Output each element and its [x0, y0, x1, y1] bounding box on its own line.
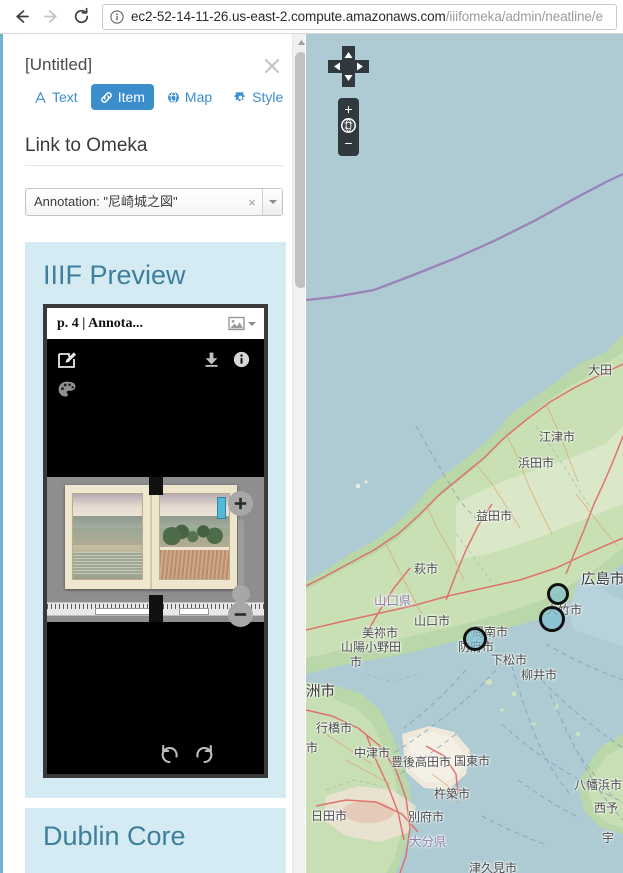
map-zoom-out-button[interactable]: −	[338, 134, 359, 151]
dublin-core-section: Dublin Core	[25, 808, 286, 873]
dublin-core-heading: Dublin Core	[43, 821, 186, 851]
caret-up-icon	[297, 39, 305, 45]
ruler-label-left	[95, 608, 157, 615]
image-tab-top	[149, 477, 163, 495]
globe-icon	[167, 91, 180, 104]
zoom-out-button[interactable]	[228, 602, 253, 627]
book-page-right	[152, 485, 237, 589]
forward-button[interactable]	[36, 2, 66, 32]
site-info-icon[interactable]	[110, 9, 124, 24]
map-zoom-in-button[interactable]: +	[338, 100, 359, 117]
annotation-edit-button[interactable]	[57, 350, 78, 376]
tab-map[interactable]: Map	[158, 84, 221, 110]
close-icon	[264, 58, 280, 74]
zoom-out-icon	[234, 613, 247, 616]
chevron-down-icon	[268, 200, 277, 204]
reload-icon	[74, 7, 88, 24]
arrow-left-icon	[15, 10, 29, 23]
tab-text[interactable]: Text	[25, 84, 87, 110]
zoom-in-button[interactable]	[228, 491, 253, 516]
image-tab-bottom	[149, 595, 163, 622]
editor-scrollbar[interactable]	[292, 34, 305, 873]
woodblock-art-right	[159, 493, 230, 580]
rotate-right-icon	[196, 744, 213, 764]
mirador-viewer[interactable]: p. 4 | Annota...	[43, 304, 268, 778]
mirador-window-titlebar: p. 4 | Annota...	[47, 308, 264, 339]
book-image	[65, 485, 237, 589]
url-host: ec2-52-14-11-26.us-east-2.compute.amazon…	[131, 8, 446, 24]
iiif-preview-section: IIIF Preview p. 4 | Annota...	[25, 242, 286, 798]
mirador-right-tools	[203, 351, 250, 373]
url-path: /iiifomeka/admin/neatline/e	[445, 8, 603, 24]
map-zoom-control: + −	[338, 98, 359, 156]
record-editor-content: [Untitled] Text Item Map Style Link to O…	[3, 34, 305, 873]
neatline-map[interactable]: 大田江津市浜田市益田市萩市山口県山口市美祢市広島市大竹市周南市山陽小野田市防府市…	[306, 34, 623, 873]
link-icon	[100, 91, 113, 104]
annotation-marker-hofu[interactable]	[463, 627, 487, 651]
close-editor-button[interactable]	[261, 55, 283, 77]
address-bar[interactable]: ec2-52-14-11-26.us-east-2.compute.amazon…	[102, 3, 617, 30]
rotate-right-button[interactable]	[193, 743, 215, 770]
workspace: [Untitled] Text Item Map Style Link to O…	[0, 34, 623, 873]
download-icon	[205, 352, 218, 367]
back-button[interactable]	[6, 2, 36, 32]
palette-button[interactable]	[57, 380, 77, 405]
item-select-dropdown-button[interactable]	[262, 189, 282, 215]
tab-item[interactable]: Item	[90, 84, 154, 110]
gear-icon	[234, 91, 247, 104]
chevron-down-icon	[248, 321, 256, 326]
globe-icon	[342, 119, 355, 132]
item-select-clear-button[interactable]: ×	[242, 195, 262, 210]
download-button[interactable]	[203, 351, 220, 373]
text-a-icon	[34, 91, 47, 104]
palette-icon	[58, 381, 76, 397]
info-icon	[233, 351, 250, 368]
mirador-canvas-area[interactable]	[47, 339, 264, 774]
rotate-left-button[interactable]	[159, 743, 181, 770]
title-cartouche	[217, 497, 226, 519]
record-header: [Untitled]	[25, 34, 283, 82]
book-page-left	[65, 485, 150, 589]
zoom-control	[228, 491, 256, 627]
scrollbar-thumb[interactable]	[295, 52, 305, 288]
zoom-in-icon	[234, 497, 247, 510]
pan-cross-icon	[328, 46, 369, 87]
tab-text-label: Text	[52, 89, 78, 105]
tab-style[interactable]: Style	[225, 84, 292, 110]
info-button[interactable]	[233, 351, 250, 373]
annotation-edit-icon	[58, 352, 76, 368]
item-select[interactable]: Annotation: "尼崎城之図" ×	[25, 188, 283, 216]
record-editor-panel: [Untitled] Text Item Map Style Link to O…	[0, 34, 305, 873]
tab-item-label: Item	[117, 89, 145, 105]
tab-style-label: Style	[252, 89, 284, 105]
editor-tabs: Text Item Map Style	[25, 84, 283, 110]
record-title: [Untitled]	[25, 55, 93, 74]
annotation-marker-iwakuni[interactable]	[539, 606, 565, 632]
map-pan-control[interactable]	[328, 46, 369, 87]
tab-map-label: Map	[184, 89, 213, 105]
browser-toolbar: ec2-52-14-11-26.us-east-2.compute.amazon…	[0, 0, 623, 33]
link-to-omeka-label: Link to Omeka	[25, 134, 283, 166]
item-select-value: Annotation: "尼崎城之図"	[34, 194, 178, 209]
arrow-right-icon	[43, 10, 57, 23]
rotate-left-icon	[161, 744, 178, 764]
map-tiles	[306, 34, 623, 873]
zoom-slider-thumb[interactable]	[232, 585, 250, 603]
mirador-window-title: p. 4 | Annota...	[57, 315, 143, 331]
image-view-icon	[228, 316, 245, 331]
woodblock-art-left	[72, 493, 143, 580]
scrollbar-up-button[interactable]	[293, 34, 305, 50]
annotation-marker-otake[interactable]	[547, 583, 569, 605]
map-zoom-world-button[interactable]	[341, 118, 356, 133]
mirador-view-mode-button[interactable]	[228, 316, 256, 331]
reload-button[interactable]	[66, 2, 96, 32]
ruler-label-right	[179, 608, 209, 615]
address-bar-text: ec2-52-14-11-26.us-east-2.compute.amazon…	[131, 5, 603, 29]
iiif-preview-heading: IIIF Preview	[43, 260, 186, 290]
